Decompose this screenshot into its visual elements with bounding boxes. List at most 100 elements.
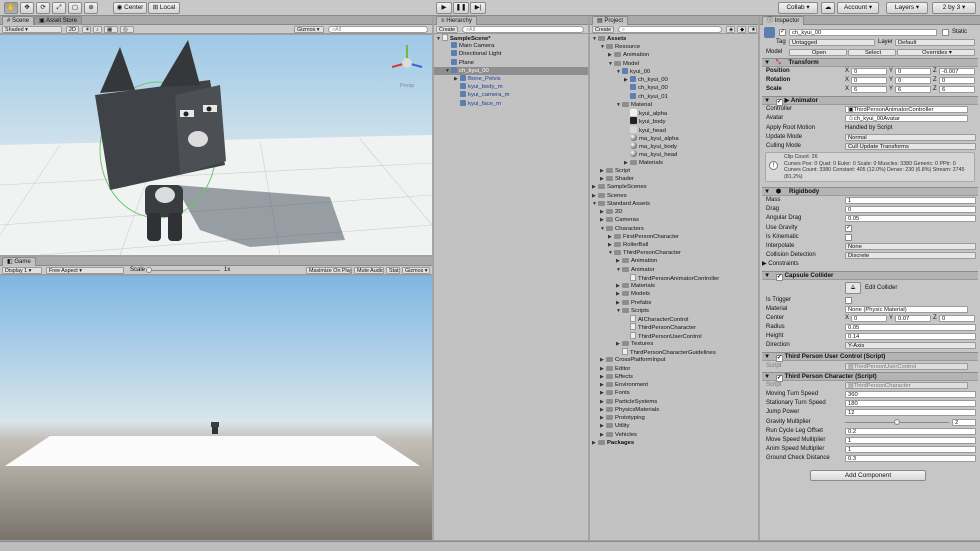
transform-x-field[interactable]: 0 bbox=[851, 68, 887, 75]
static-checkbox[interactable] bbox=[942, 29, 949, 36]
play-button[interactable]: ▶ bbox=[436, 2, 452, 14]
project-item[interactable]: ▶ Editor bbox=[590, 365, 758, 373]
layout-dropdown[interactable]: 2 by 3 ▾ bbox=[932, 2, 976, 14]
gravity-multiplier-field[interactable]: 2 bbox=[952, 419, 976, 426]
project-item[interactable]: ▶ Models bbox=[590, 290, 758, 298]
scale-slider-handle[interactable] bbox=[146, 267, 152, 273]
character-header[interactable]: ▼ ✓ Third Person Character (Script) bbox=[762, 372, 978, 382]
collider-material-field[interactable]: None (Physic Material) bbox=[845, 306, 968, 313]
layers-dropdown[interactable]: Layers ▾ bbox=[886, 2, 928, 14]
project-item[interactable]: ▼ ThirdPersonCharacter bbox=[590, 249, 758, 257]
project-item[interactable]: ch_kyui_00 bbox=[590, 84, 758, 92]
pause-button[interactable]: ❚❚ bbox=[453, 2, 469, 14]
hierarchy-item[interactable]: kyui_camera_m bbox=[434, 91, 588, 99]
project-item[interactable]: ▶ Cameras bbox=[590, 216, 758, 224]
culling-mode-dropdown[interactable]: Cull Update Transforms bbox=[845, 143, 976, 150]
project-item[interactable]: ▶ 2D bbox=[590, 208, 758, 216]
project-item[interactable]: ▼ Animator bbox=[590, 266, 758, 274]
hierarchy-item[interactable]: ▶ Bone_Pelvis bbox=[434, 75, 588, 83]
transform-y-field[interactable]: 0 bbox=[895, 68, 931, 75]
project-item[interactable]: ▼ Model bbox=[590, 60, 758, 68]
constraints-foldout[interactable]: ▶ Constraints bbox=[762, 260, 799, 268]
project-item[interactable]: ThirdPersonUserControl bbox=[590, 331, 758, 340]
mute-audio-toggle[interactable]: Mute Audio bbox=[354, 267, 384, 274]
hierarchy-create-dropdown[interactable]: Create ▾ bbox=[436, 26, 458, 33]
rigidbody-row-field[interactable]: 1 bbox=[845, 197, 976, 204]
transform-y-field[interactable]: 6 bbox=[895, 86, 931, 93]
project-item[interactable]: ▶ RollerBall bbox=[590, 241, 758, 249]
project-item[interactable]: ▶ Prototyping bbox=[590, 414, 758, 422]
project-item[interactable]: ▶ Prefabs bbox=[590, 299, 758, 307]
hand-tool-icon[interactable]: ✋ bbox=[4, 2, 18, 14]
move-tool-icon[interactable]: ✥ bbox=[20, 2, 34, 14]
project-item[interactable]: ▶ Effects bbox=[590, 373, 758, 381]
edit-collider-icon[interactable]: ⟁ bbox=[845, 282, 861, 294]
scale-tool-icon[interactable]: ⤢ bbox=[52, 2, 66, 14]
gravity-slider-handle[interactable] bbox=[894, 419, 900, 425]
user-control-header[interactable]: ▼ ✓ Third Person User Control (Script) bbox=[762, 352, 978, 362]
scene-visibility-icon[interactable]: ◎ bbox=[120, 26, 134, 33]
pivot-local-button[interactable]: ⊞ Local bbox=[148, 2, 180, 14]
project-item[interactable]: ▶ Materials bbox=[590, 282, 758, 290]
project-item[interactable]: ▶ Animation bbox=[590, 257, 758, 265]
rigidbody-row-field[interactable]: 0 bbox=[845, 206, 976, 213]
character-row-field[interactable]: 12 bbox=[845, 409, 976, 416]
project-item[interactable]: ▼ Material bbox=[590, 101, 758, 109]
use-gravity-checkbox[interactable]: ✓ bbox=[845, 225, 852, 232]
project-item[interactable]: kyui_head bbox=[590, 125, 758, 134]
project-item[interactable]: ▶ Fonts bbox=[590, 389, 758, 397]
transform-tool-icon[interactable]: ⊕ bbox=[84, 2, 98, 14]
height-field[interactable]: 0.14 bbox=[845, 333, 976, 340]
direction-dropdown[interactable]: Y-Axis bbox=[845, 342, 976, 349]
userctrl-enabled-checkbox[interactable]: ✓ bbox=[775, 355, 783, 362]
project-item[interactable]: ▶ Shader bbox=[590, 175, 758, 183]
account-dropdown[interactable]: Account ▾ bbox=[837, 2, 879, 14]
project-item[interactable]: ThirdPersonCharacter bbox=[590, 323, 758, 331]
is-trigger-checkbox[interactable] bbox=[845, 297, 852, 304]
transform-z-field[interactable]: 0 bbox=[939, 77, 975, 84]
model-open-button[interactable]: Open bbox=[789, 49, 847, 56]
center-z-field[interactable]: 0 bbox=[939, 315, 975, 322]
animator-header[interactable]: ▼ ✓ ▶ Animator bbox=[762, 96, 978, 106]
capsule-collider-header[interactable]: ▼ ✓ Capsule Collider bbox=[762, 271, 978, 281]
project-item[interactable]: ▶ Script bbox=[590, 167, 758, 175]
project-item[interactable]: ▶ Materials bbox=[590, 159, 758, 167]
project-item[interactable]: ▶ Textures bbox=[590, 340, 758, 348]
cloud-icon[interactable]: ☁ bbox=[821, 2, 835, 14]
scene-viewport[interactable]: Persp bbox=[0, 35, 432, 255]
hierarchy-item[interactable]: ▼ ch_kyui_00 bbox=[434, 66, 588, 75]
collab-button[interactable]: Collab ▾ bbox=[778, 2, 818, 14]
project-item[interactable]: ThirdPersonAnimatorController bbox=[590, 273, 758, 282]
project-item[interactable]: ▼ Resource bbox=[590, 43, 758, 51]
avatar-field[interactable]: ☺ch_kyui_00Avatar bbox=[845, 115, 968, 122]
gizmos-dropdown[interactable]: Gizmos ▾ bbox=[294, 26, 324, 33]
radius-field[interactable]: 0.05 bbox=[845, 324, 976, 331]
transform-y-field[interactable]: 0 bbox=[895, 77, 931, 84]
rigidbody-row-field[interactable]: 0.05 bbox=[845, 215, 976, 222]
character-row-field[interactable]: 180 bbox=[845, 400, 976, 407]
scene-search-input[interactable]: ⌕All bbox=[328, 26, 428, 33]
tab-inspector[interactable]: ⓘ Inspector bbox=[762, 16, 805, 25]
hierarchy-item[interactable]: ▼ SampleScene* bbox=[434, 34, 588, 42]
filter-label-icon[interactable]: ◆ bbox=[737, 26, 746, 33]
character-row-field[interactable]: 0.3 bbox=[845, 455, 976, 462]
tab-game[interactable]: ◧ Game bbox=[2, 257, 36, 266]
project-item[interactable]: ▶ PhysicsMaterials bbox=[590, 406, 758, 414]
project-item[interactable]: ▶ CrossPlatformInput bbox=[590, 356, 758, 364]
transform-z-field[interactable]: -0.007 bbox=[939, 68, 975, 75]
scale-slider[interactable] bbox=[146, 270, 220, 271]
lighting-icon[interactable]: ☀ bbox=[82, 26, 91, 33]
model-select-button[interactable]: Select bbox=[848, 49, 896, 56]
transform-z-field[interactable]: 6 bbox=[939, 86, 975, 93]
center-x-field[interactable]: 0 bbox=[851, 315, 887, 322]
controller-field[interactable]: ▣ThirdPersonAnimatorController bbox=[845, 106, 968, 113]
project-item[interactable]: ▼ kyui_00 bbox=[590, 67, 758, 76]
layer-dropdown[interactable]: Default bbox=[895, 39, 975, 46]
project-search-input[interactable]: ⌕ bbox=[618, 26, 722, 33]
project-item[interactable]: ▶ Environment bbox=[590, 381, 758, 389]
game-gizmos-dropdown[interactable]: Gizmos ▾ bbox=[402, 267, 430, 274]
effects-icon[interactable]: ▦ bbox=[104, 26, 118, 33]
transform-x-field[interactable]: 6 bbox=[851, 86, 887, 93]
project-item[interactable]: ▼ Characters bbox=[590, 225, 758, 233]
character-row-field[interactable]: 1 bbox=[845, 446, 976, 453]
